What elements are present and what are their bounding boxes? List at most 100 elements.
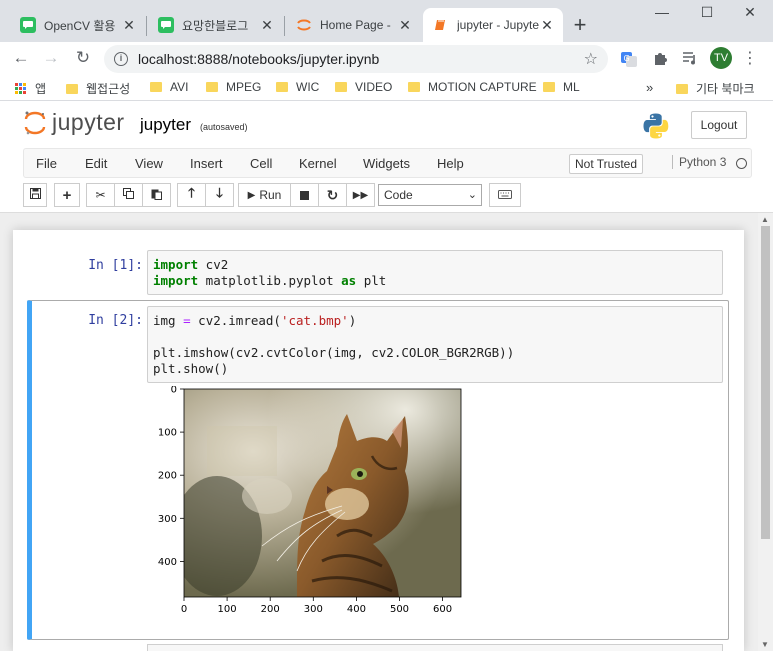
code-cell-1[interactable]: In [1]: import cv2 import matplotlib.pypl…	[13, 249, 744, 295]
y-tick-label: 0	[171, 386, 177, 396]
close-window-button[interactable]: ✕	[730, 4, 770, 21]
notebook-page: In [1]: import cv2 import matplotlib.pypl…	[13, 230, 744, 651]
code-line: import matplotlib.pyplot as plt	[153, 273, 717, 289]
plot-output: 0 100 200 300 400 500 600 0 100 200 300 400	[147, 385, 467, 628]
code-input-area[interactable]: import cv2 import matplotlib.pyplot as pl…	[147, 250, 723, 295]
cut-button[interactable]: ✂	[86, 183, 115, 207]
play-icon: ▶	[247, 189, 256, 201]
bookmark-folder[interactable]: 웹접근성	[66, 80, 130, 97]
minimize-button[interactable]: —	[642, 4, 682, 20]
menu-widgets[interactable]: Widgets	[363, 156, 410, 171]
apps-shortcut[interactable]: 앱	[15, 80, 46, 97]
folder-icon	[150, 82, 162, 92]
restart-button[interactable]: ↻	[318, 183, 347, 207]
translate-extension-icon[interactable]: G	[620, 50, 638, 68]
jupyter-logo[interactable]: jupyter	[24, 109, 125, 136]
jupyter-header: jupyter jupyter (autosaved) Logout File …	[0, 101, 773, 213]
code-token: import	[153, 257, 199, 272]
tab-separator	[146, 16, 147, 36]
close-tab-icon[interactable]: ✕	[259, 17, 275, 34]
trust-status-button[interactable]: Not Trusted	[569, 154, 644, 174]
x-tick-label: 0	[181, 604, 187, 615]
input-prompt: In [2]:	[88, 313, 143, 328]
bookmark-folder[interactable]: ML	[543, 80, 580, 94]
green-speech-bubble-icon	[158, 17, 174, 33]
x-tick-label: 600	[433, 604, 452, 615]
menu-insert[interactable]: Insert	[190, 156, 223, 171]
copy-button[interactable]	[114, 183, 143, 207]
jupyter-orbit-icon	[24, 110, 46, 136]
code-line: img = cv2.imread('cat.bmp')	[153, 313, 717, 329]
bookmark-star-icon[interactable]: ☆	[584, 49, 598, 69]
scroll-up-arrow-icon[interactable]: ▲	[761, 215, 769, 224]
menu-kernel[interactable]: Kernel	[299, 156, 337, 171]
x-axis-ticks: 0 100 200 300 400 500 600	[181, 597, 452, 615]
run-button[interactable]: ▶ Run	[238, 183, 291, 207]
insert-cell-button[interactable]: +	[54, 183, 80, 207]
bookmark-folder[interactable]: VIDEO	[335, 80, 392, 94]
close-tab-icon[interactable]: ✕	[539, 17, 555, 34]
y-tick-label: 300	[158, 514, 177, 525]
menu-view[interactable]: View	[135, 156, 163, 171]
browser-tab-1[interactable]: OpenCV 활용 ✕	[10, 8, 145, 42]
bookmark-folder[interactable]: AVI	[150, 80, 188, 94]
logout-button[interactable]: Logout	[691, 111, 747, 139]
menu-edit[interactable]: Edit	[85, 156, 107, 171]
chevron-down-icon: ⌄	[467, 189, 477, 201]
bookmarks-overflow-button[interactable]: »	[646, 80, 653, 95]
forward-arrow-icon[interactable]: →	[40, 48, 62, 68]
green-speech-bubble-icon	[20, 17, 36, 33]
browser-tab-3[interactable]: Home Page - ✕	[286, 8, 421, 42]
menu-file[interactable]: File	[36, 156, 57, 171]
restart-icon: ↻	[326, 186, 339, 203]
back-arrow-icon[interactable]: ←	[10, 48, 32, 68]
cell-type-select[interactable]: Code ⌄	[378, 184, 482, 206]
bookmark-folder[interactable]: MPEG	[206, 80, 261, 94]
new-tab-button[interactable]: +	[568, 12, 592, 38]
move-down-button[interactable]: 🡓	[205, 183, 234, 207]
other-bookmarks-folder[interactable]: 기타 북마크	[676, 80, 755, 97]
close-tab-icon[interactable]: ✕	[397, 17, 413, 34]
menu-cell[interactable]: Cell	[250, 156, 272, 171]
site-info-icon[interactable]: i	[114, 52, 128, 66]
notebook-name[interactable]: jupyter	[140, 115, 191, 135]
code-token: =	[183, 313, 191, 328]
jupyter-orange-icon	[296, 17, 312, 33]
folder-icon	[408, 82, 420, 92]
maximize-button[interactable]: ☐	[687, 4, 727, 21]
y-tick-label: 400	[158, 557, 177, 568]
command-palette-button[interactable]	[489, 183, 521, 207]
run-label: Run	[259, 188, 282, 202]
extensions-puzzle-icon[interactable]	[651, 50, 669, 68]
browser-tab-active[interactable]: jupyter - Jupyter ✕	[423, 8, 563, 42]
code-input-area[interactable]: img = cv2.imread('cat.bmp') plt.imshow(cv…	[147, 306, 723, 383]
page-scrollbar[interactable]: ▲ ▼	[758, 213, 773, 651]
bookmark-folder[interactable]: WIC	[276, 80, 319, 94]
folder-icon	[66, 83, 78, 94]
scrollbar-thumb[interactable]	[761, 226, 770, 539]
tab-title: 요망한블로그	[182, 18, 249, 33]
notebook-container: In [1]: import cv2 import matplotlib.pypl…	[0, 213, 758, 651]
paste-button[interactable]	[142, 183, 171, 207]
folder-icon	[206, 82, 218, 92]
media-queue-icon[interactable]	[681, 50, 699, 68]
code-cell-3[interactable]	[147, 644, 723, 651]
reload-icon[interactable]: ↻	[72, 48, 94, 68]
scroll-down-arrow-icon[interactable]: ▼	[761, 640, 769, 649]
browser-tab-2[interactable]: 요망한블로그 ✕	[148, 8, 283, 42]
bookmark-folder[interactable]: MOTION CAPTURE	[408, 80, 537, 94]
code-token: )	[348, 313, 357, 328]
menu-help[interactable]: Help	[437, 156, 464, 171]
restart-run-all-button[interactable]: ▶▶	[346, 183, 375, 207]
tab-separator	[284, 16, 285, 36]
address-bar[interactable]: i localhost:8888/notebooks/jupyter.ipynb…	[104, 45, 608, 73]
code-cell-2[interactable]: In [2]: img = cv2.imread('cat.bmp') plt.i…	[13, 300, 744, 640]
move-up-button[interactable]: 🡑	[177, 183, 206, 207]
interrupt-button[interactable]	[290, 183, 319, 207]
code-line: plt.imshow(cv2.cvtColor(img, cv2.COLOR_B…	[153, 345, 717, 361]
close-tab-icon[interactable]: ✕	[121, 17, 137, 34]
browser-menu-icon[interactable]: ⋮	[742, 48, 758, 68]
profile-avatar[interactable]: TV	[710, 47, 732, 69]
code-token: matplotlib.pyplot	[198, 273, 342, 288]
save-button[interactable]	[23, 183, 47, 207]
